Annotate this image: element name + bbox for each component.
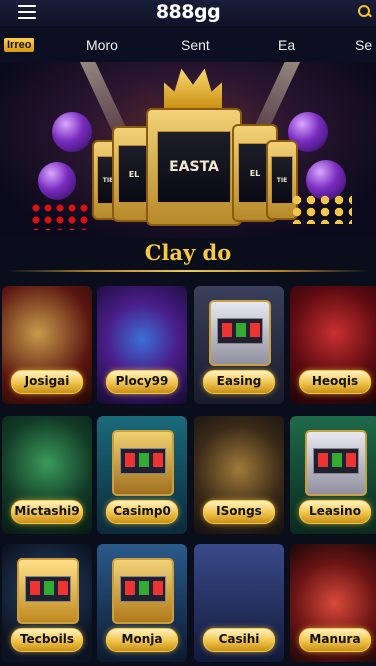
crown-icon — [164, 68, 222, 110]
game-tile[interactable]: ISongs — [194, 416, 284, 534]
game-play-button[interactable]: Mictashi9 — [11, 500, 83, 524]
section-title: Clay do — [144, 240, 232, 265]
game-play-button[interactable]: ISongs — [203, 500, 275, 524]
game-tile[interactable]: Casimp0 — [97, 416, 187, 534]
orb — [52, 112, 92, 152]
category-tabs: Irreo Moro Sent Ea Se — [0, 28, 376, 63]
slot-machine-icon — [209, 300, 271, 366]
slot-machine-icon — [305, 430, 367, 496]
game-play-button[interactable]: Casihi — [203, 628, 275, 652]
game-tile[interactable]: Josigai — [2, 286, 92, 404]
divider — [6, 270, 370, 272]
game-play-button[interactable]: Casimp0 — [106, 500, 178, 524]
game-play-button[interactable]: Josigai — [11, 370, 83, 394]
slot-machine-main: EASTA — [146, 108, 242, 226]
game-play-button[interactable]: Monja — [106, 628, 178, 652]
logo[interactable]: 888gg — [0, 1, 376, 23]
game-play-button[interactable]: Leasino — [299, 500, 371, 524]
game-play-button[interactable]: Tecboils — [11, 628, 83, 652]
game-tile[interactable]: Tecboils — [2, 544, 92, 662]
gold-coins-decoration — [290, 194, 352, 224]
slot-machine-icon — [17, 558, 79, 624]
game-tile[interactable]: Casihi — [194, 544, 284, 662]
game-tile[interactable]: Monja — [97, 544, 187, 662]
tab-se[interactable]: Se — [355, 37, 372, 53]
search-icon[interactable] — [358, 5, 372, 18]
slot-machine-icon — [112, 430, 174, 496]
hero-banner[interactable]: TIE EL EASTA EL TIE — [0, 62, 376, 238]
game-play-button[interactable]: Heoqis — [299, 370, 371, 394]
game-tile[interactable]: Mictashi9 — [2, 416, 92, 534]
slot-machine-icon — [112, 558, 174, 624]
top-bar: 888gg — [0, 0, 376, 26]
tab-irreo[interactable]: Irreo — [4, 38, 35, 52]
tab-ea[interactable]: Ea — [278, 37, 295, 53]
game-tile[interactable]: Easing — [194, 286, 284, 404]
game-play-button[interactable]: Manura — [299, 628, 371, 652]
game-grid: Josigai Plocy99 Easing Heoqis Mictashi9 … — [0, 286, 376, 666]
game-tile[interactable]: Heoqis — [290, 286, 376, 404]
tab-sent[interactable]: Sent — [181, 37, 210, 53]
orb — [38, 162, 76, 200]
game-tile[interactable]: Leasino — [290, 416, 376, 534]
game-tile[interactable]: Plocy99 — [97, 286, 187, 404]
game-play-button[interactable]: Easing — [203, 370, 275, 394]
game-play-button[interactable]: Plocy99 — [106, 370, 178, 394]
tab-moro[interactable]: Moro — [86, 37, 118, 53]
game-tile[interactable]: Manura — [290, 544, 376, 662]
berries-decoration — [30, 202, 90, 230]
